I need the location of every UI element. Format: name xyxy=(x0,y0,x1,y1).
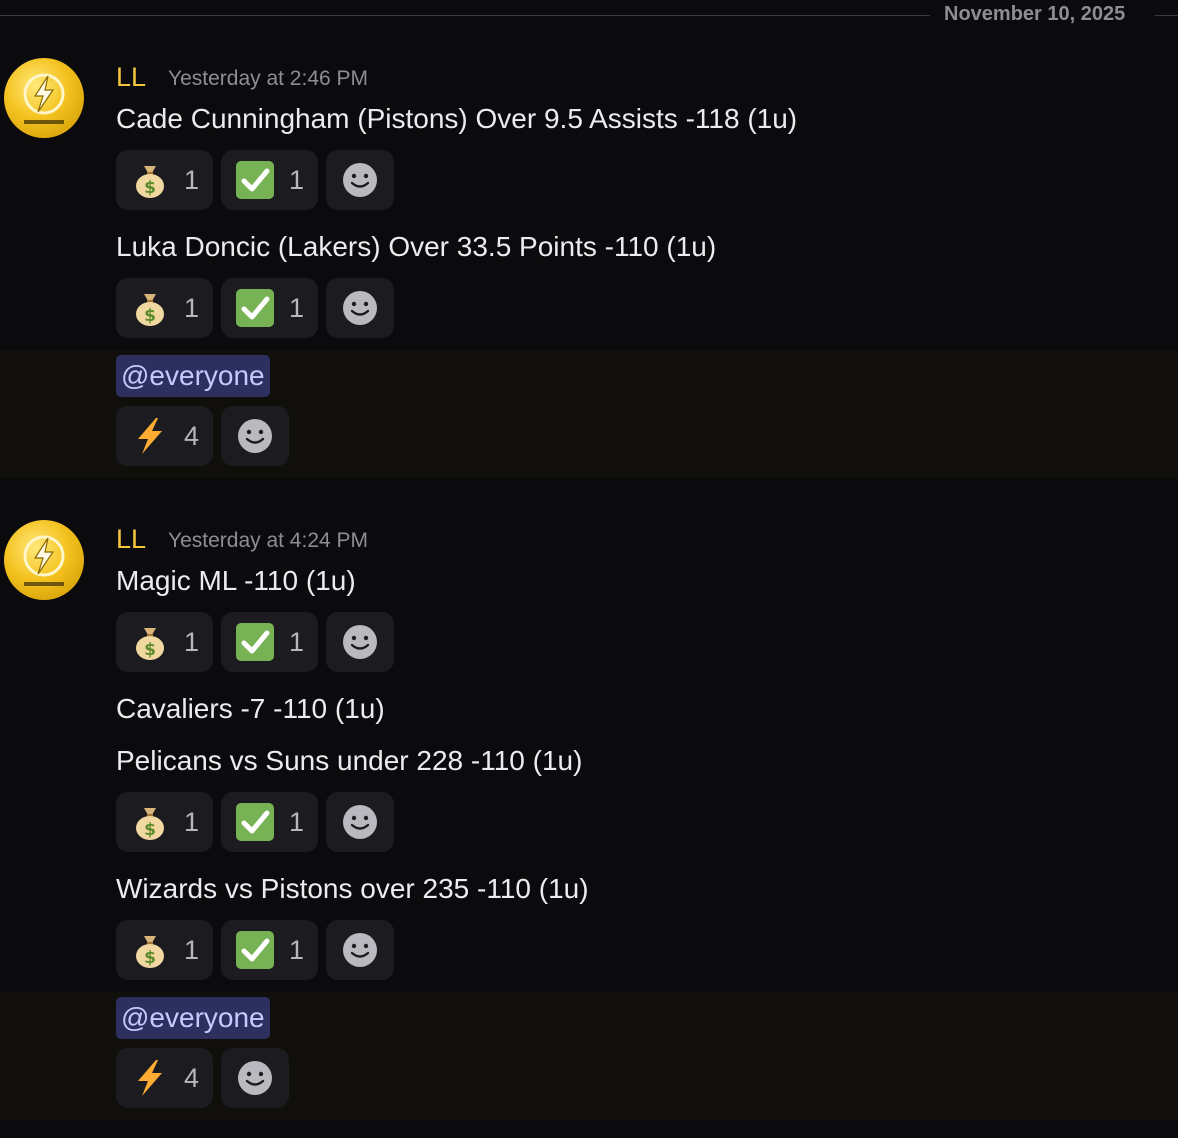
reaction-count: 4 xyxy=(184,1062,200,1093)
reaction-check[interactable]: 1 xyxy=(221,612,319,672)
add-reaction-icon xyxy=(235,416,275,456)
add-reaction-icon xyxy=(235,1058,275,1098)
svg-text:$: $ xyxy=(144,948,156,968)
reaction-count: 1 xyxy=(289,292,305,323)
svg-text:$: $ xyxy=(144,820,156,840)
add-reaction-button[interactable] xyxy=(326,920,395,980)
svg-text:$: $ xyxy=(144,640,156,660)
reaction-count: 1 xyxy=(184,164,200,195)
reaction-check[interactable]: 1 xyxy=(221,278,319,338)
reaction-bar: $ 1 1 xyxy=(116,792,395,852)
reaction-money-bag[interactable]: $ 1 xyxy=(116,278,214,338)
divider-line-right xyxy=(1155,15,1178,16)
reaction-money-bag[interactable]: $ 1 xyxy=(116,920,214,980)
add-reaction-button[interactable] xyxy=(221,406,290,466)
lightning-icon xyxy=(130,416,170,456)
lightning-icon xyxy=(130,1058,170,1098)
date-divider-label: November 10, 2025 xyxy=(944,3,1126,25)
reaction-check[interactable]: 1 xyxy=(221,792,319,852)
reaction-lightning[interactable]: 4 xyxy=(116,406,214,466)
svg-text:$: $ xyxy=(144,178,156,198)
reaction-count: 1 xyxy=(184,806,200,837)
author-name[interactable]: LL xyxy=(116,62,146,93)
avatar[interactable] xyxy=(4,520,84,600)
everyone-mention[interactable]: @everyone xyxy=(116,355,270,397)
reaction-money-bag[interactable]: $ 1 xyxy=(116,612,214,672)
author-name[interactable]: LL xyxy=(116,524,146,555)
add-reaction-icon xyxy=(340,930,380,970)
message-timestamp[interactable]: Yesterday at 4:24 PM xyxy=(168,529,368,553)
add-reaction-icon xyxy=(340,622,380,662)
add-reaction-button[interactable] xyxy=(326,278,395,338)
money-bag-icon: $ xyxy=(130,288,170,328)
money-bag-icon: $ xyxy=(130,930,170,970)
reaction-count: 1 xyxy=(184,626,200,657)
divider-line xyxy=(0,15,930,16)
avatar-lightning-logo xyxy=(23,535,65,586)
everyone-mention[interactable]: @everyone xyxy=(116,997,270,1039)
reaction-money-bag[interactable]: $ 1 xyxy=(116,150,214,210)
money-bag-icon: $ xyxy=(130,160,170,200)
message-text: Magic ML -110 (1u) xyxy=(116,565,356,596)
check-mark-icon xyxy=(235,622,275,662)
reaction-bar: $ 1 1 xyxy=(116,920,395,980)
money-bag-icon: $ xyxy=(130,802,170,842)
reaction-check[interactable]: 1 xyxy=(221,920,319,980)
reaction-check[interactable]: 1 xyxy=(221,150,319,210)
message-text: Pelicans vs Suns under 228 -110 (1u) xyxy=(116,745,583,776)
reaction-count: 1 xyxy=(289,164,305,195)
date-divider: November 10, 2025 xyxy=(0,0,1178,32)
message-text: Cade Cunningham (Pistons) Over 9.5 Assis… xyxy=(116,103,798,134)
add-reaction-icon xyxy=(340,288,380,328)
money-bag-icon: $ xyxy=(130,622,170,662)
reaction-bar: 4 xyxy=(116,406,290,466)
add-reaction-icon xyxy=(340,802,380,842)
message-text: Cavaliers -7 -110 (1u) xyxy=(116,693,385,724)
add-reaction-button[interactable] xyxy=(326,150,395,210)
check-mark-icon xyxy=(235,288,275,328)
reaction-count: 4 xyxy=(184,420,200,451)
add-reaction-button[interactable] xyxy=(326,612,395,672)
svg-text:$: $ xyxy=(144,306,156,326)
add-reaction-button[interactable] xyxy=(326,792,395,852)
add-reaction-icon xyxy=(340,160,380,200)
reaction-bar: $ 1 1 xyxy=(116,150,395,210)
reaction-count: 1 xyxy=(184,934,200,965)
reaction-bar: $ 1 1 xyxy=(116,612,395,672)
avatar-lightning-logo xyxy=(23,73,65,124)
check-mark-icon xyxy=(235,802,275,842)
reaction-bar: 4 xyxy=(116,1048,290,1108)
message-text: Luka Doncic (Lakers) Over 33.5 Points -1… xyxy=(116,231,717,262)
check-mark-icon xyxy=(235,160,275,200)
reaction-count: 1 xyxy=(289,806,305,837)
add-reaction-button[interactable] xyxy=(221,1048,290,1108)
message-timestamp[interactable]: Yesterday at 2:46 PM xyxy=(168,67,368,91)
avatar[interactable] xyxy=(4,58,84,138)
check-mark-icon xyxy=(235,930,275,970)
reaction-count: 1 xyxy=(184,292,200,323)
reaction-count: 1 xyxy=(289,934,305,965)
reaction-money-bag[interactable]: $ 1 xyxy=(116,792,214,852)
reaction-bar: $ 1 1 xyxy=(116,278,395,338)
reaction-count: 1 xyxy=(289,626,305,657)
reaction-lightning[interactable]: 4 xyxy=(116,1048,214,1108)
message-text: Wizards vs Pistons over 235 -110 (1u) xyxy=(116,873,589,904)
